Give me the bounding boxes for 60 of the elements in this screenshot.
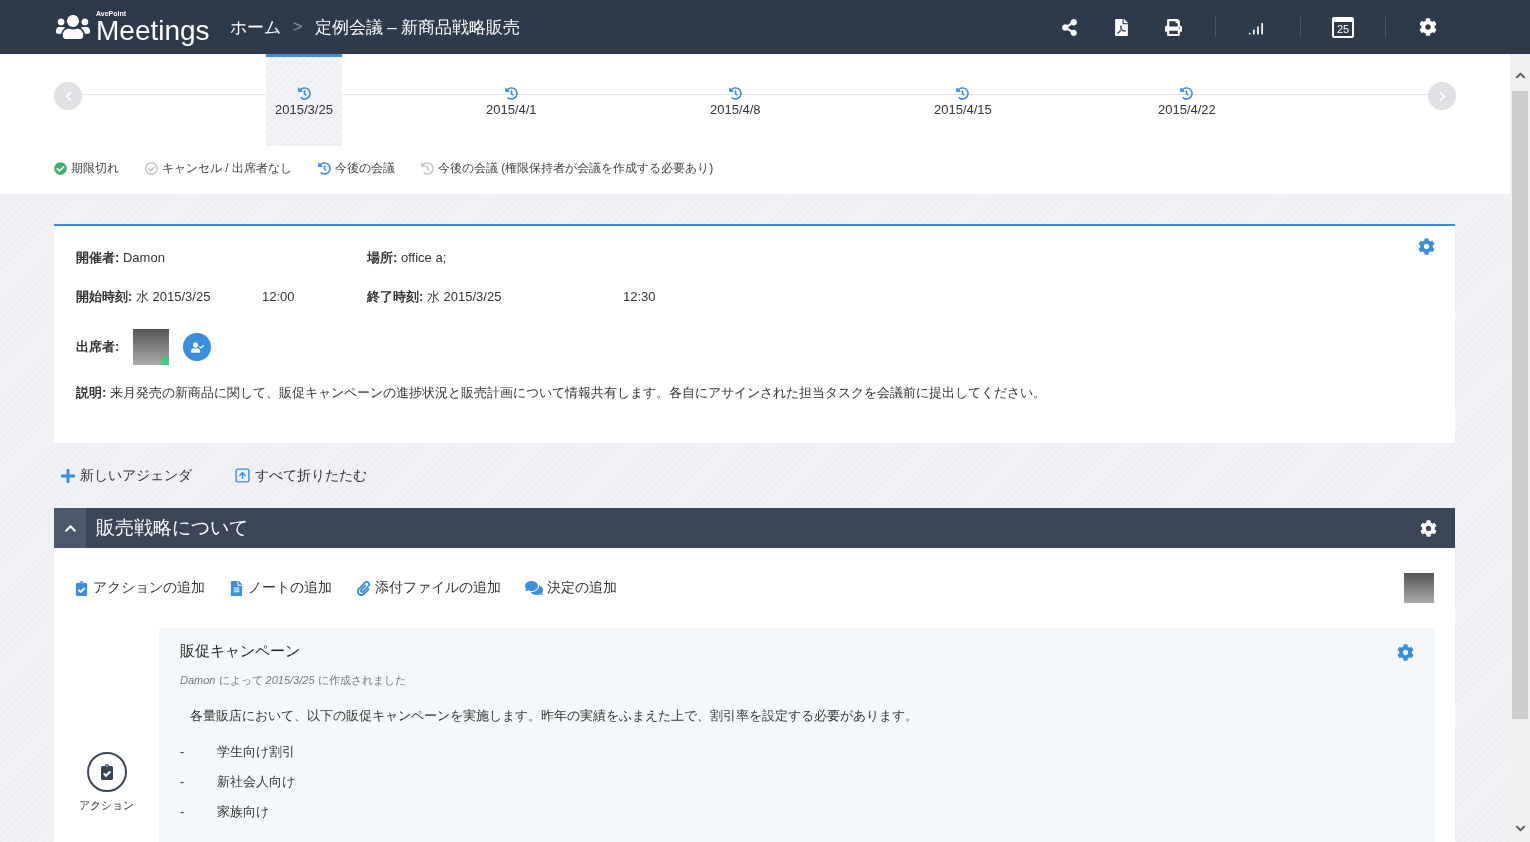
item-body: 各量販店において、以下の販促キャンペーンを実施します。昨年の実績をふまえた上で、割引率を設定する必要があります。: [189, 708, 919, 725]
legend-label: 今後の会議 (権限保持者が会議を作成する必要あり): [438, 160, 714, 177]
clipboard-icon: [74, 580, 89, 596]
clock-icon: [956, 87, 970, 100]
list-marker: -: [180, 775, 186, 789]
toolbar-link[interactable]: 新しいアジェンダ: [60, 466, 192, 485]
clock-icon: [421, 162, 434, 175]
attendees-label: 出席者:: [76, 338, 120, 356]
toolbar-link[interactable]: すべて折りたたむ: [234, 466, 367, 485]
clock-icon: [318, 162, 331, 175]
scroll-up-icon[interactable]: [1514, 70, 1526, 81]
legend-label: キャンセル / 出席者なし: [162, 160, 292, 177]
speech-bubbles-icon: [525, 579, 543, 597]
settings-icon[interactable]: [1420, 519, 1437, 537]
list-item: 学生向け割引: [217, 743, 295, 761]
agenda-title: 販売戦略について: [96, 516, 248, 540]
plus-icon: [60, 467, 76, 484]
legend-label: 期限切れ: [71, 160, 119, 177]
description-text: 説明: 来月発売の新商品に関して、販促キャンペーンの進捗状況と販売計画について情報共有します。各自にアサインされた担当タスクを会議前に提出してください。: [76, 385, 1046, 400]
clock-icon: [1180, 87, 1194, 100]
clock-icon: [297, 87, 311, 100]
list-item: 新社会人向け: [217, 773, 295, 791]
scrollbar-thumb[interactable]: [1512, 91, 1528, 719]
organizer-field: 開催者: Damon: [76, 248, 262, 267]
add-item-link[interactable]: アクションの追加: [93, 579, 205, 597]
list-marker: -: [180, 805, 186, 819]
add-item-link[interactable]: 添付ファイルの追加: [375, 579, 501, 597]
end-date-field: 終了時刻: 水 2015/3/25: [367, 287, 623, 306]
item-meta: Damon によって 2015/3/25 に作成されました: [180, 673, 407, 688]
legend-label: 今後の会議: [335, 160, 395, 177]
collapse-icon: [234, 467, 251, 484]
add-attendee-button[interactable]: [183, 333, 212, 361]
scroll-down-icon[interactable]: [1514, 823, 1526, 834]
list-item: 家族向け: [217, 803, 269, 821]
start-date-field: 開始時刻: 水 2015/3/25: [76, 287, 262, 306]
calendar-button[interactable]: 25: [1332, 16, 1354, 38]
item-title: 販促キャンペーン: [180, 642, 300, 661]
add-item-link[interactable]: ノートの追加: [248, 579, 332, 597]
breadcrumb-separator: >: [292, 17, 303, 37]
badge-label: アクション: [79, 798, 134, 813]
user-check-icon: [190, 340, 204, 354]
list-marker: -: [180, 745, 186, 759]
avatar-photo-placeholder: [1404, 573, 1434, 603]
clock-icon: [504, 87, 518, 100]
clock-icon: [728, 87, 742, 100]
app-name: Meetings: [96, 16, 210, 45]
end-time: 12:30: [623, 289, 657, 304]
timeline-date-tab[interactable]: 2015/3/25: [266, 54, 342, 146]
avatar-photo-placeholder: [133, 329, 170, 365]
paperclip-icon: [356, 580, 371, 596]
breadcrumb-item[interactable]: ホーム: [229, 15, 281, 39]
breadcrumb-item[interactable]: 定例会議 – 新商品戦略販売: [314, 15, 521, 39]
clipboard-icon: [98, 764, 115, 780]
add-item-link[interactable]: 決定の追加: [547, 579, 617, 597]
location-field: 場所: office a;: [367, 248, 623, 267]
start-time: 12:00: [262, 289, 296, 304]
check-icon: [54, 162, 67, 175]
document-icon: [229, 580, 244, 596]
check-icon: [145, 162, 158, 175]
collapse-toggle[interactable]: [54, 508, 86, 548]
